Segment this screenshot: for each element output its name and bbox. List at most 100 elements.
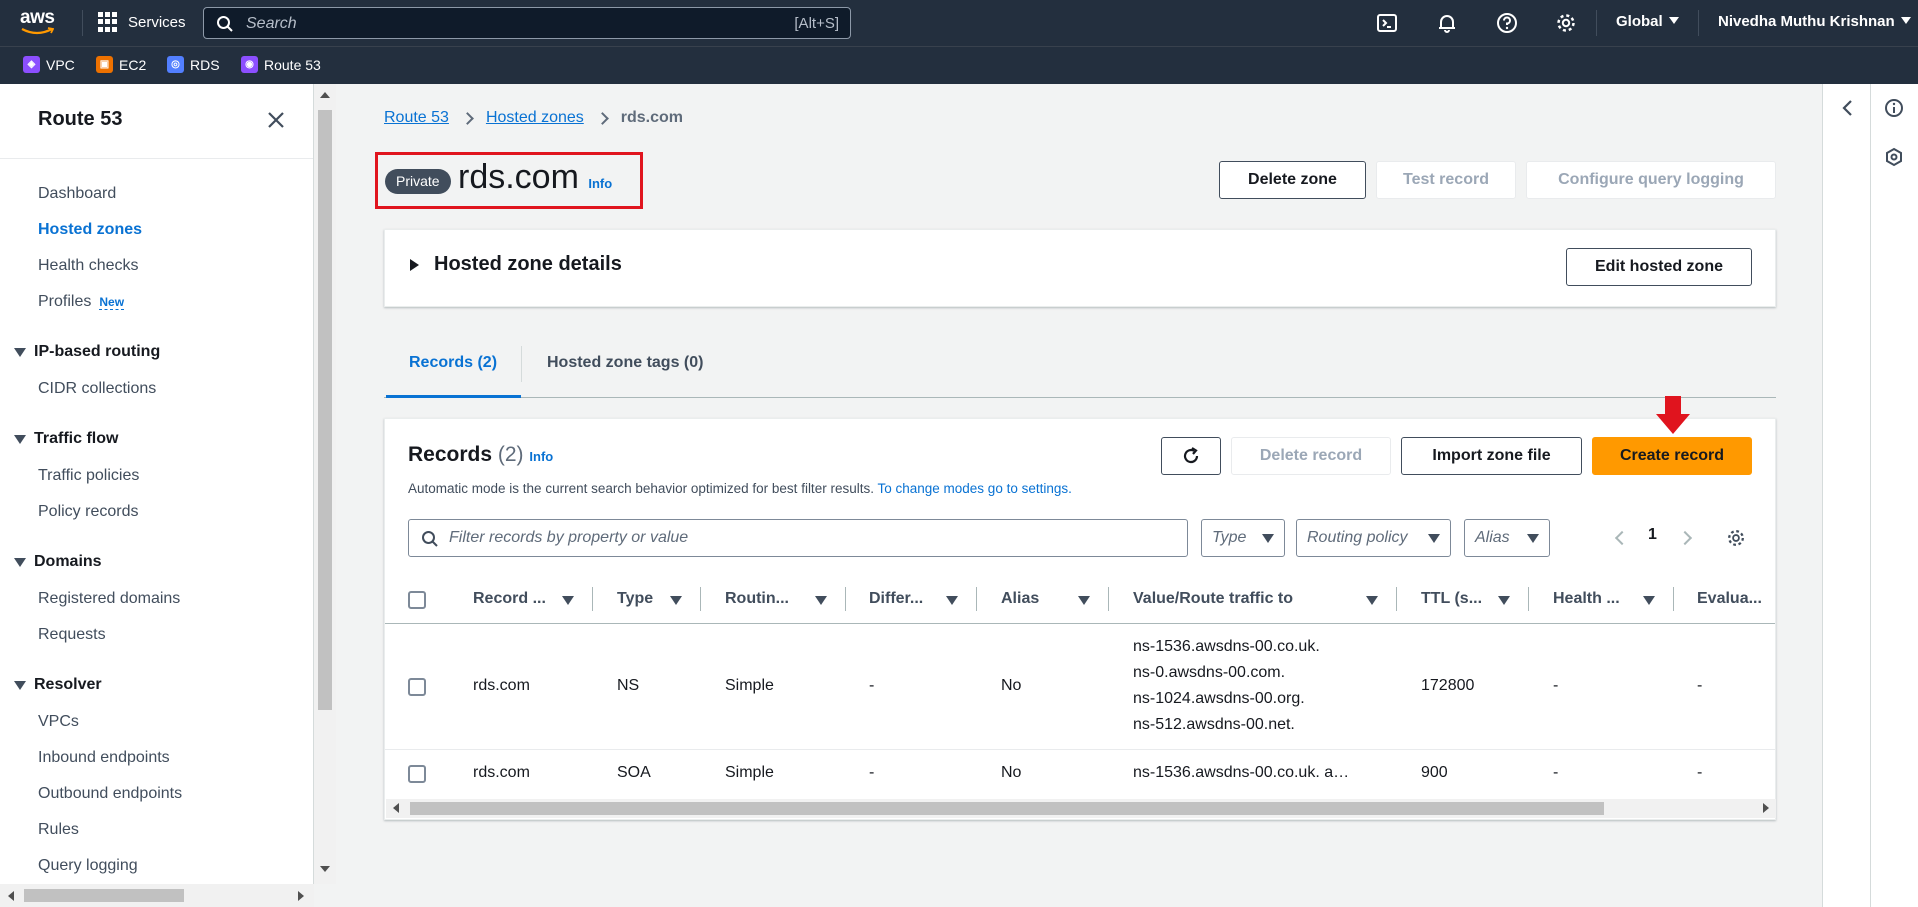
- column-divider[interactable]: [976, 587, 977, 611]
- column-header-ttl[interactable]: TTL (s...: [1421, 590, 1482, 608]
- column-header-value[interactable]: Value/Route traffic to: [1133, 590, 1293, 608]
- breadcrumb-route53[interactable]: Route 53: [384, 109, 449, 127]
- bell-icon[interactable]: [1436, 12, 1458, 34]
- caret-right-icon[interactable]: [410, 259, 419, 271]
- column-header-health-check[interactable]: Health ...: [1553, 590, 1620, 608]
- sort-caret-icon[interactable]: [815, 596, 827, 605]
- global-search-input[interactable]: Search [Alt+S]: [203, 7, 851, 39]
- sort-caret-icon[interactable]: [1366, 596, 1378, 605]
- scroll-up-icon[interactable]: [320, 92, 330, 98]
- chevron-left-icon[interactable]: [1838, 98, 1858, 118]
- sidebar-item-policy-records[interactable]: Policy records: [38, 503, 138, 521]
- region-selector[interactable]: Global: [1616, 13, 1679, 30]
- scroll-left-icon[interactable]: [393, 803, 399, 813]
- sidebar-item-inbound-endpoints[interactable]: Inbound endpoints: [38, 749, 170, 767]
- scrollbar-thumb[interactable]: [24, 889, 184, 902]
- details-panel-title[interactable]: Hosted zone details: [434, 253, 622, 276]
- routing-policy-filter-dropdown[interactable]: Routing policy: [1296, 519, 1451, 557]
- alias-filter-dropdown[interactable]: Alias: [1464, 519, 1550, 557]
- breadcrumb-hosted-zones[interactable]: Hosted zones: [486, 109, 584, 127]
- tab-records[interactable]: Records (2): [409, 354, 497, 372]
- sidebar-item-registered-domains[interactable]: Registered domains: [38, 590, 180, 608]
- cloudshell-icon[interactable]: [1376, 12, 1398, 34]
- delete-record-button[interactable]: Delete record: [1231, 437, 1391, 475]
- scrollbar-thumb[interactable]: [318, 110, 332, 710]
- sidebar-item-cidr-collections[interactable]: CIDR collections: [38, 380, 156, 398]
- test-record-button[interactable]: Test record: [1376, 161, 1516, 199]
- import-zone-file-button[interactable]: Import zone file: [1401, 437, 1582, 475]
- row-checkbox[interactable]: [408, 678, 426, 696]
- configure-query-logging-button[interactable]: Configure query logging: [1526, 161, 1776, 199]
- sidebar-item-rules[interactable]: Rules: [38, 821, 79, 839]
- sidebar-item-health-checks[interactable]: Health checks: [38, 257, 139, 275]
- sidebar-horizontal-scrollbar[interactable]: [0, 884, 314, 907]
- create-record-button[interactable]: Create record: [1592, 437, 1752, 475]
- column-divider[interactable]: [845, 587, 846, 611]
- sidebar-item-traffic-policies[interactable]: Traffic policies: [38, 467, 139, 485]
- sort-caret-icon[interactable]: [1643, 596, 1655, 605]
- tab-hosted-zone-tags[interactable]: Hosted zone tags (0): [547, 354, 703, 372]
- column-divider[interactable]: [592, 587, 593, 611]
- column-header-differentiator[interactable]: Differ...: [869, 590, 923, 608]
- info-link[interactable]: Info: [529, 449, 553, 464]
- scroll-right-icon[interactable]: [1763, 803, 1769, 813]
- preferences-gear-icon[interactable]: [1726, 528, 1746, 548]
- change-modes-link[interactable]: To change modes go to settings.: [877, 481, 1071, 496]
- sort-caret-icon[interactable]: [1498, 596, 1510, 605]
- records-filter-input[interactable]: Filter records by property or value: [408, 519, 1188, 557]
- column-header-record-name[interactable]: Record ...: [473, 590, 546, 608]
- edit-hosted-zone-button[interactable]: Edit hosted zone: [1566, 248, 1752, 286]
- info-icon[interactable]: [1884, 98, 1904, 118]
- services-menu[interactable]: Services: [98, 12, 186, 32]
- zone-name: rds.com: [458, 158, 579, 196]
- hexagon-icon[interactable]: [1884, 147, 1904, 167]
- sort-caret-icon[interactable]: [562, 596, 574, 605]
- favorite-ec2[interactable]: ▣ EC2: [96, 56, 146, 73]
- help-icon[interactable]: [1496, 12, 1518, 34]
- favorite-rds[interactable]: ◎ RDS: [167, 56, 220, 73]
- search-mode-description: Automatic mode is the current search beh…: [408, 481, 1072, 496]
- sidebar-item-query-logging[interactable]: Query logging: [38, 857, 138, 875]
- column-divider[interactable]: [700, 587, 701, 611]
- account-menu[interactable]: Nivedha Muthu Krishnan: [1718, 13, 1911, 30]
- favorite-route53[interactable]: ◉ Route 53: [241, 56, 321, 73]
- sidebar-item-hosted-zones[interactable]: Hosted zones: [38, 221, 142, 239]
- page-number[interactable]: 1: [1648, 526, 1657, 544]
- sort-caret-icon[interactable]: [946, 596, 958, 605]
- sidebar-section-resolver[interactable]: Resolver: [14, 676, 102, 694]
- scroll-right-icon[interactable]: [298, 891, 304, 901]
- sidebar-vertical-scrollbar[interactable]: [314, 84, 336, 884]
- column-divider[interactable]: [1396, 587, 1397, 611]
- sidebar-item-requests[interactable]: Requests: [38, 626, 106, 644]
- scrollbar-thumb[interactable]: [410, 802, 1604, 815]
- sidebar-section-traffic-flow[interactable]: Traffic flow: [14, 430, 118, 448]
- sidebar-section-ip-routing[interactable]: IP-based routing: [14, 343, 160, 361]
- sidebar-item-vpcs[interactable]: VPCs: [38, 713, 79, 731]
- sidebar-section-domains[interactable]: Domains: [14, 553, 102, 571]
- select-all-checkbox[interactable]: [408, 591, 426, 609]
- aws-logo[interactable]: aws: [20, 8, 60, 37]
- column-header-alias[interactable]: Alias: [1001, 590, 1039, 608]
- sidebar-item-profiles[interactable]: Profiles New: [38, 293, 125, 311]
- scroll-down-icon[interactable]: [320, 866, 330, 872]
- column-divider[interactable]: [1673, 587, 1674, 611]
- table-horizontal-scrollbar[interactable]: [386, 799, 1776, 818]
- sort-caret-icon[interactable]: [1078, 596, 1090, 605]
- sidebar-item-dashboard[interactable]: Dashboard: [38, 185, 116, 203]
- column-header-routing-policy[interactable]: Routin...: [725, 590, 789, 608]
- sidebar-item-outbound-endpoints[interactable]: Outbound endpoints: [38, 785, 182, 803]
- settings-icon[interactable]: [1555, 12, 1577, 34]
- row-checkbox[interactable]: [408, 765, 426, 783]
- column-header-evaluate-health[interactable]: Evalua...: [1697, 590, 1762, 608]
- scroll-left-icon[interactable]: [8, 891, 14, 901]
- info-link[interactable]: Info: [588, 176, 612, 191]
- refresh-button[interactable]: [1161, 437, 1221, 475]
- column-divider[interactable]: [1108, 587, 1109, 611]
- delete-zone-button[interactable]: Delete zone: [1219, 161, 1366, 199]
- type-filter-dropdown[interactable]: Type: [1201, 519, 1285, 557]
- close-icon[interactable]: [266, 110, 286, 130]
- column-header-type[interactable]: Type: [617, 590, 653, 608]
- column-divider[interactable]: [1528, 587, 1529, 611]
- sort-caret-icon[interactable]: [670, 596, 682, 605]
- favorite-vpc[interactable]: ◈ VPC: [23, 56, 75, 73]
